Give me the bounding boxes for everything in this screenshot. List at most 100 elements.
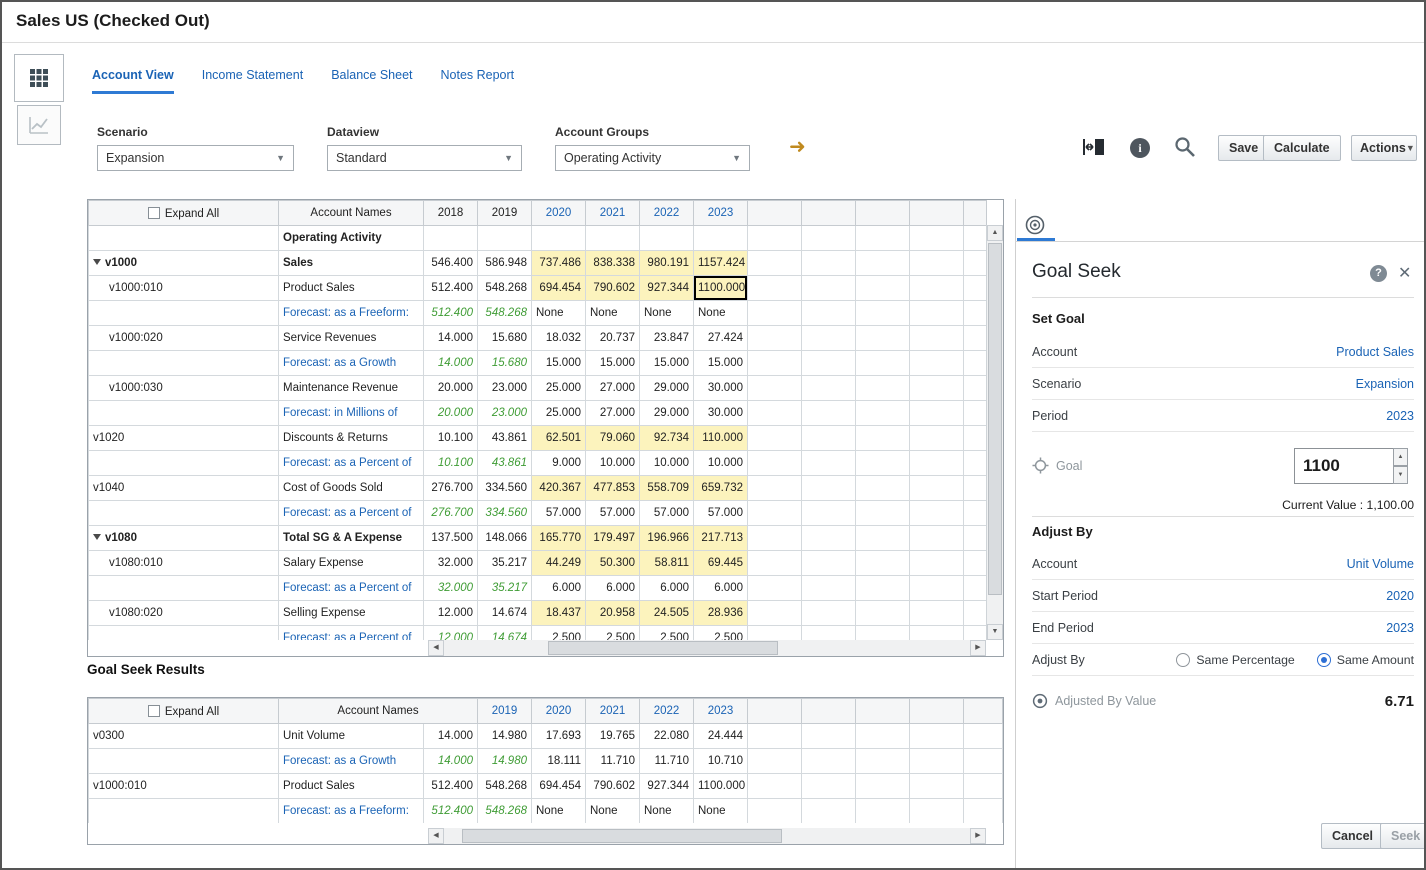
value-cell[interactable] (639, 225, 694, 251)
value-cell[interactable]: 586.948 (477, 250, 532, 276)
account-name-cell[interactable]: Maintenance Revenue (278, 375, 424, 401)
scenario-select[interactable]: Expansion ▼ (97, 145, 294, 171)
value-cell[interactable]: 558.709 (639, 475, 694, 501)
start-period-value[interactable]: 2020 (1386, 589, 1414, 603)
value-cell[interactable]: 927.344 (639, 275, 694, 301)
value-cell[interactable]: 43.861 (477, 425, 532, 451)
value-cell[interactable]: 57.000 (585, 500, 640, 526)
value-cell[interactable]: 179.497 (585, 525, 640, 551)
scroll-right-arrow[interactable]: ▶ (970, 640, 986, 656)
end-period-value[interactable]: 2023 (1386, 621, 1414, 635)
value-cell[interactable]: 10.000 (639, 450, 694, 476)
account-name-cell[interactable]: Operating Activity (278, 225, 424, 251)
goal-seek-panel-tab[interactable] (1019, 211, 1051, 239)
tab-balance-sheet[interactable]: Balance Sheet (331, 68, 412, 94)
tab-account-view[interactable]: Account View (92, 68, 174, 94)
year-header[interactable]: 2019 (477, 698, 532, 724)
account-code-cell[interactable]: v1040 (88, 475, 279, 501)
value-cell[interactable]: 276.700 (423, 475, 478, 501)
value-cell[interactable]: 1100.000 (693, 773, 748, 799)
account-code-cell[interactable]: v0300 (88, 723, 279, 749)
value-cell[interactable]: 23.000 (477, 400, 532, 426)
value-cell[interactable]: 659.732 (693, 475, 748, 501)
value-cell[interactable]: 25.000 (531, 375, 586, 401)
value-cell[interactable]: 25.000 (531, 400, 586, 426)
value-cell[interactable]: 2.500 (639, 625, 694, 640)
adjust-account-value[interactable]: Unit Volume (1347, 557, 1414, 571)
value-cell[interactable]: 57.000 (639, 500, 694, 526)
value-cell[interactable]: 19.765 (585, 723, 640, 749)
value-cell[interactable]: 15.000 (585, 350, 640, 376)
value-cell[interactable]: 10.710 (693, 748, 748, 774)
value-cell[interactable]: 512.400 (423, 300, 478, 326)
spin-up-icon[interactable]: ▲ (1393, 448, 1408, 466)
value-cell[interactable]: 20.000 (423, 400, 478, 426)
scroll-up-arrow[interactable]: ▲ (987, 225, 1003, 241)
value-cell[interactable]: 43.861 (477, 450, 532, 476)
value-cell[interactable]: 28.936 (693, 600, 748, 626)
value-cell[interactable]: 6.000 (585, 575, 640, 601)
forecast-link[interactable]: Forecast: as a Percent of (278, 500, 424, 526)
year-header[interactable]: 2021 (585, 200, 640, 226)
expand-all-checkbox[interactable] (147, 206, 160, 219)
value-cell[interactable]: 22.080 (639, 723, 694, 749)
value-cell[interactable]: 23.847 (639, 325, 694, 351)
forecast-link[interactable]: Forecast: as a Growth (278, 748, 424, 774)
account-name-cell[interactable]: Service Revenues (278, 325, 424, 351)
horizontal-scrollbar[interactable]: ◀ ▶ (428, 828, 986, 844)
value-cell[interactable]: None (531, 300, 586, 326)
forecast-link[interactable]: Forecast: in Millions of (278, 400, 424, 426)
vertical-scroll-thumb[interactable] (988, 243, 1002, 595)
value-cell[interactable]: 18.111 (531, 748, 586, 774)
account-code-cell[interactable]: v1080:010 (88, 550, 279, 576)
value-cell[interactable]: 477.853 (585, 475, 640, 501)
same-percentage-radio[interactable] (1176, 652, 1191, 667)
value-cell[interactable]: None (531, 798, 586, 823)
forecast-link[interactable]: Forecast: as a Freeform: (278, 300, 424, 326)
value-cell[interactable]: None (585, 300, 640, 326)
value-cell[interactable]: 57.000 (531, 500, 586, 526)
value-cell[interactable]: 334.560 (477, 475, 532, 501)
value-cell[interactable]: 165.770 (531, 525, 586, 551)
same-amount-option[interactable]: Same Amount (1316, 652, 1414, 667)
value-cell[interactable]: 1157.424 (693, 250, 748, 276)
account-name-cell[interactable]: Product Sales (278, 773, 424, 799)
value-cell[interactable]: 512.400 (423, 773, 478, 799)
value-cell[interactable]: 27.424 (693, 325, 748, 351)
value-cell[interactable]: 196.966 (639, 525, 694, 551)
value-cell[interactable]: 548.268 (477, 773, 532, 799)
resize-columns-icon[interactable] (1082, 136, 1106, 163)
value-cell[interactable]: 29.000 (639, 375, 694, 401)
expand-triangle-icon[interactable] (93, 259, 101, 265)
value-cell[interactable]: 1100.000 (693, 275, 748, 301)
scroll-left-arrow[interactable]: ◀ (428, 640, 444, 656)
value-cell[interactable]: 6.000 (531, 575, 586, 601)
value-cell[interactable]: 980.191 (639, 250, 694, 276)
value-cell[interactable]: 32.000 (423, 575, 478, 601)
account-code-cell[interactable]: v1000 (88, 250, 279, 276)
account-name-cell[interactable]: Cost of Goods Sold (278, 475, 424, 501)
tab-notes-report[interactable]: Notes Report (441, 68, 515, 94)
value-cell[interactable]: 24.505 (639, 600, 694, 626)
same-amount-radio[interactable] (1316, 652, 1331, 667)
year-header[interactable]: 2021 (585, 698, 640, 724)
forecast-link[interactable]: Forecast: as a Percent of (278, 625, 424, 640)
scroll-left-arrow[interactable]: ◀ (428, 828, 444, 844)
account-name-cell[interactable]: Selling Expense (278, 600, 424, 626)
year-header[interactable]: 2023 (693, 698, 748, 724)
value-cell[interactable]: 69.445 (693, 550, 748, 576)
value-cell[interactable]: 10.100 (423, 450, 478, 476)
year-header[interactable]: 2020 (531, 200, 586, 226)
horizontal-scroll-thumb[interactable] (462, 829, 782, 843)
value-cell[interactable]: 11.710 (585, 748, 640, 774)
value-cell[interactable]: 27.000 (585, 375, 640, 401)
account-name-cell[interactable]: Product Sales (278, 275, 424, 301)
help-icon[interactable]: ? (1370, 265, 1387, 282)
value-cell[interactable]: 276.700 (423, 500, 478, 526)
value-cell[interactable]: 548.268 (477, 798, 532, 823)
cancel-button[interactable]: Cancel (1321, 823, 1384, 849)
value-cell[interactable]: 148.066 (477, 525, 532, 551)
value-cell[interactable]: 110.000 (693, 425, 748, 451)
expand-all-checkbox[interactable] (147, 704, 160, 717)
value-cell[interactable]: 17.693 (531, 723, 586, 749)
